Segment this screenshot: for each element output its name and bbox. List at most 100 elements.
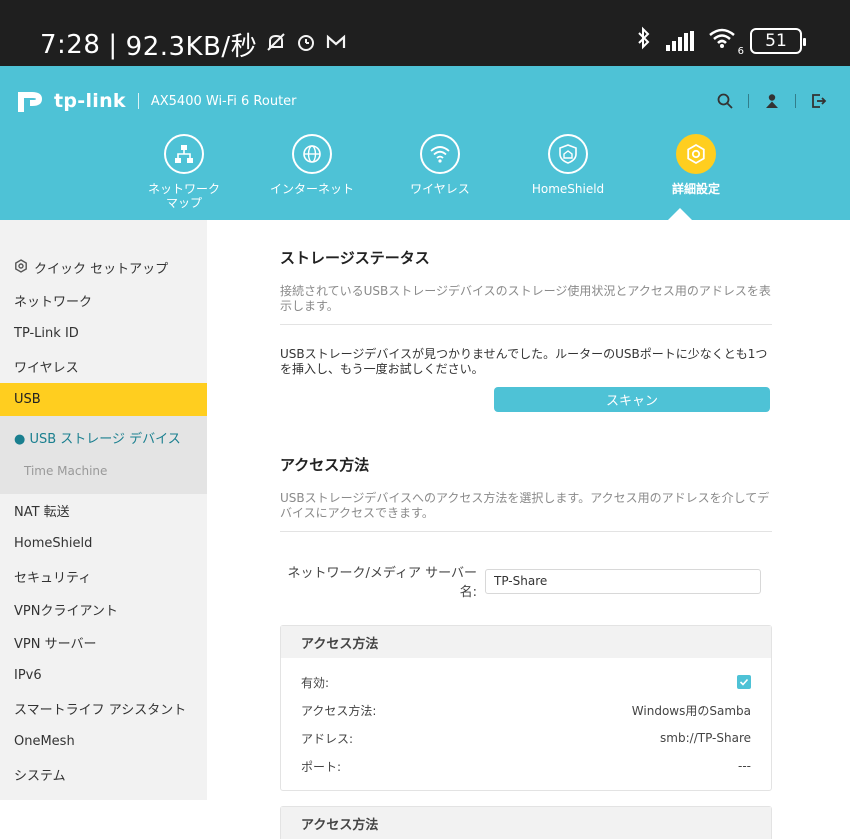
nav-internet[interactable]: インターネット	[248, 134, 376, 210]
globe-icon	[292, 134, 332, 174]
card-title: アクセス方法	[281, 626, 771, 658]
sidebar-item-homeshield[interactable]: HomeShield	[0, 527, 207, 560]
sidebar-item-label: VPNクライアント	[14, 604, 118, 619]
gear-icon	[14, 258, 28, 277]
bluetooth-icon	[636, 26, 652, 56]
sidebar-item-label: NAT 転送	[14, 505, 70, 520]
main-nav: ネットワーク マップ インターネット ワイヤレス HomeShield 詳細設定	[120, 134, 760, 210]
access-method-card-2: アクセス方法	[280, 806, 772, 839]
main-content: ストレージステータス 接続されているUSBストレージデバイスのストレージ使用状況…	[280, 220, 772, 839]
status-bar: 7:28 | 92.3KB/秒 6 51	[0, 0, 850, 66]
sidebar-item-label: IPv6	[14, 668, 42, 683]
sidebar-item-network[interactable]: ネットワーク	[0, 284, 207, 317]
alarm-icon	[295, 31, 317, 59]
server-name-row: ネットワーク/メディア サーバー名:	[280, 562, 772, 600]
nav-label: 詳細設定	[671, 182, 720, 196]
signal-icon	[666, 31, 694, 51]
nav-network-map[interactable]: ネットワーク マップ	[120, 134, 248, 210]
sidebar-item-label: クイック セットアップ	[34, 262, 169, 277]
router-model: AX5400 Wi-Fi 6 Router	[150, 93, 297, 109]
port-value: ---	[738, 759, 751, 773]
sidebar-item-label: セキュリティ	[14, 571, 92, 586]
storage-status-description: 接続されているUSBストレージデバイスのストレージ使用状況とアクセス用のアドレス…	[280, 284, 772, 325]
sidebar-item-quick-setup[interactable]: クイック セットアップ	[0, 251, 207, 284]
server-name-input[interactable]	[485, 568, 761, 594]
wifi-icon	[420, 134, 460, 174]
no-device-notice: USBストレージデバイスが見つかりませんでした。ルーターのUSBポートに少なくと…	[280, 347, 768, 376]
logo-separator	[137, 93, 139, 109]
nav-label: インターネット	[269, 182, 354, 196]
address-row: アドレス: smb://TP-Share	[301, 724, 751, 752]
sidebar-subitem-time-machine[interactable]: Time Machine	[0, 454, 207, 488]
server-name-label: ネットワーク/メディア サーバー名:	[287, 566, 477, 600]
search-icon[interactable]	[716, 92, 734, 110]
method-label: アクセス方法:	[301, 703, 377, 718]
access-method-card: アクセス方法 有効: アクセス方法: Windows用のSamba アドレス: …	[280, 625, 772, 791]
card-title: アクセス方法	[281, 807, 771, 839]
nav-wireless[interactable]: ワイヤレス	[376, 134, 504, 210]
gear-icon	[676, 134, 716, 174]
sidebar-item-onemesh[interactable]: OneMesh	[0, 725, 207, 758]
brand-name: tp-link	[54, 90, 126, 112]
access-method-description: USBストレージデバイスへのアクセス方法を選択します。アクセス用のアドレスを介し…	[280, 491, 772, 532]
sidebar-item-label: スマートライフ アシスタント	[14, 703, 187, 718]
mail-icon	[325, 31, 347, 59]
nav-advanced[interactable]: 詳細設定	[632, 134, 760, 210]
nav-label: HomeShield	[531, 182, 605, 196]
tplink-logo-icon	[16, 88, 46, 114]
sidebar-item-usb[interactable]: USB	[0, 383, 207, 416]
account-icon[interactable]	[763, 92, 781, 110]
storage-status-title: ストレージステータス	[280, 249, 430, 267]
sidebar-item-label: ネットワーク	[14, 295, 93, 310]
status-speed: 92.3KB/秒	[125, 32, 258, 62]
nav-label: ネットワーク マップ	[147, 182, 220, 210]
logout-icon[interactable]	[810, 92, 828, 110]
enabled-label: 有効:	[301, 675, 330, 690]
sidebar-item-nat[interactable]: NAT 転送	[0, 494, 207, 527]
sidebar-item-label: Time Machine	[24, 464, 108, 478]
sidebar-item-system[interactable]: システム	[0, 758, 207, 791]
sidebar-item-ipv6[interactable]: IPv6	[0, 659, 207, 692]
enabled-checkbox[interactable]	[737, 675, 751, 689]
nav-homeshield[interactable]: HomeShield	[504, 134, 632, 210]
status-left: 7:28 | 92.3KB/秒	[40, 26, 347, 63]
homeshield-icon	[548, 134, 588, 174]
network-map-icon	[164, 134, 204, 174]
method-row: アクセス方法: Windows用のSamba	[301, 696, 751, 724]
address-label: アドレス:	[301, 731, 354, 746]
sidebar-item-label: OneMesh	[14, 734, 75, 749]
sidebar-submenu-usb: ● USB ストレージ デバイス Time Machine	[0, 416, 207, 494]
mute-icon	[265, 31, 287, 59]
sidebar: クイック セットアップ ネットワーク TP-Link ID ワイヤレス USB …	[0, 220, 207, 800]
brand-logo[interactable]: tp-link AX5400 Wi-Fi 6 Router	[16, 88, 297, 114]
wifi-icon: 6	[708, 27, 744, 57]
battery-level: 51	[765, 31, 787, 51]
method-value: Windows用のSamba	[631, 703, 751, 718]
sidebar-item-security[interactable]: セキュリティ	[0, 560, 207, 593]
enabled-row: 有効:	[301, 668, 751, 696]
header-separator	[748, 94, 749, 108]
header-actions	[716, 92, 828, 110]
sidebar-item-vpn-client[interactable]: VPNクライアント	[0, 593, 207, 626]
router-header: tp-link AX5400 Wi-Fi 6 Router ネットワーク マップ…	[0, 66, 850, 220]
status-time: 7:28	[40, 29, 101, 60]
sidebar-item-label: ワイヤレス	[14, 361, 79, 376]
battery-icon: 51	[750, 28, 806, 54]
card-body: 有効: アクセス方法: Windows用のSamba アドレス: smb://T…	[281, 658, 771, 790]
address-value: smb://TP-Share	[660, 731, 751, 745]
sidebar-item-label: システム	[14, 769, 66, 784]
status-divider: |	[108, 29, 118, 60]
sidebar-item-tplink-id[interactable]: TP-Link ID	[0, 317, 207, 350]
sidebar-item-label: USB	[14, 392, 41, 407]
sidebar-item-label: ● USB ストレージ デバイス	[14, 431, 181, 447]
sidebar-item-label: TP-Link ID	[14, 326, 79, 341]
wifi-badge: 6	[737, 46, 744, 57]
sidebar-item-label: VPN サーバー	[14, 637, 97, 652]
scan-button[interactable]: スキャン	[494, 387, 770, 412]
sidebar-item-label: HomeShield	[14, 536, 93, 551]
sidebar-item-vpn-server[interactable]: VPN サーバー	[0, 626, 207, 659]
sidebar-subitem-usb-storage[interactable]: ● USB ストレージ デバイス	[0, 420, 207, 454]
sidebar-item-smart-life[interactable]: スマートライフ アシスタント	[0, 692, 207, 725]
sidebar-item-wireless[interactable]: ワイヤレス	[0, 350, 207, 383]
port-row: ポート: ---	[301, 752, 751, 780]
